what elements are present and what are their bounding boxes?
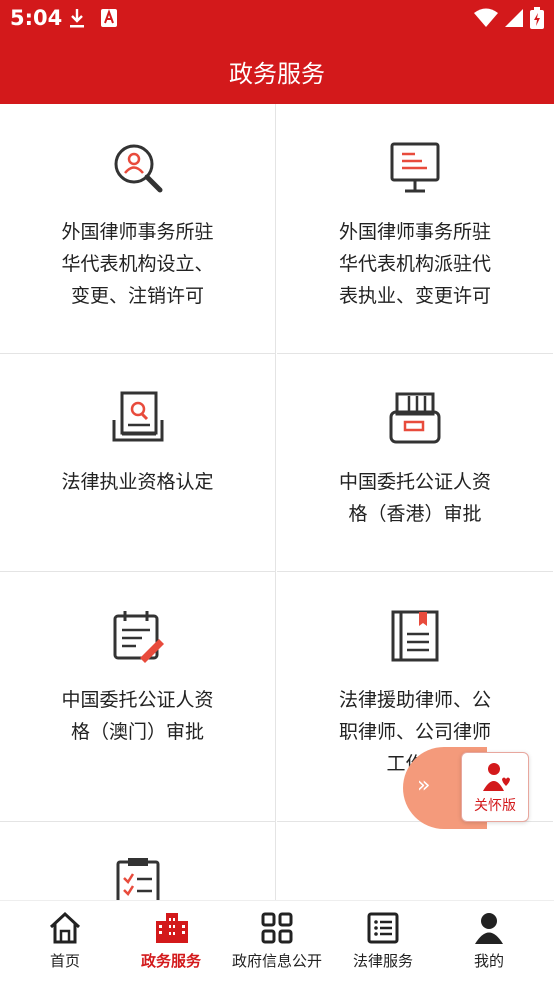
list-icon xyxy=(367,912,399,944)
signal-icon xyxy=(505,9,523,27)
service-card-foreign-office-setup[interactable]: 外国律师事务所驻 华代表机构设立、 变更、注销许可 xyxy=(0,104,276,354)
page-title: 政务服务 xyxy=(229,60,325,88)
care-person-icon xyxy=(483,763,510,791)
nav-government-services[interactable]: 政务服务 xyxy=(116,901,226,984)
building-icon xyxy=(156,913,188,943)
service-label: 外国律师事务所驻 华代表机构派驻代 表执业、变更许可 xyxy=(338,221,491,307)
book-icon xyxy=(391,610,439,662)
service-card-foreign-office-representative[interactable]: 外国律师事务所驻 华代表机构派驻代 表执业、变更许可 xyxy=(277,104,553,354)
service-card-notary-hongkong[interactable]: 中国委托公证人资 格（香港）审批 xyxy=(277,354,553,572)
nav-mine[interactable]: 我的 xyxy=(434,901,544,984)
printer-icon xyxy=(389,392,441,444)
person-icon xyxy=(475,913,503,944)
service-card-checklist[interactable] xyxy=(0,822,276,900)
service-label: 法律执业资格认定 xyxy=(61,471,214,493)
battery-icon xyxy=(530,7,544,29)
nav-home[interactable]: 首页 xyxy=(10,901,120,984)
service-card-empty xyxy=(277,822,553,900)
search-person-icon xyxy=(114,144,163,193)
app-a-icon xyxy=(101,9,117,27)
status-time: 5:04 xyxy=(10,6,63,30)
grid-icon xyxy=(261,912,293,944)
bottom-nav: 首页 政务服务 政府信息公开 法律服务 我的 xyxy=(0,900,554,984)
checklist-icon xyxy=(116,858,160,900)
service-label: 外国律师事务所驻 华代表机构设立、 变更、注销许可 xyxy=(61,221,214,307)
download-icon xyxy=(70,9,84,28)
nav-government-info[interactable]: 政府信息公开 xyxy=(222,901,332,984)
service-card-notary-macau[interactable]: 中国委托公证人资 格（澳门）审批 xyxy=(0,572,276,822)
status-bar: 5:04 xyxy=(0,0,554,38)
home-icon xyxy=(49,911,81,944)
wifi-icon xyxy=(474,8,498,27)
service-label: 中国委托公证人资 格（香港）审批 xyxy=(338,471,491,525)
app-header: 政务服务 xyxy=(0,38,554,104)
monitor-icon xyxy=(390,142,440,193)
calendar-pen-icon xyxy=(113,611,164,663)
service-card-legal-qualification[interactable]: 法律执业资格认定 xyxy=(0,354,276,572)
care-mode-button[interactable]: 关怀版 xyxy=(461,752,529,822)
service-label: 中国委托公证人资 格（澳门）审批 xyxy=(61,689,214,743)
document-search-icon xyxy=(112,391,164,442)
nav-legal-services[interactable]: 法律服务 xyxy=(328,901,438,984)
care-mode-label: 关怀版 xyxy=(474,798,516,814)
chevron-double-right-icon: » xyxy=(417,773,431,798)
